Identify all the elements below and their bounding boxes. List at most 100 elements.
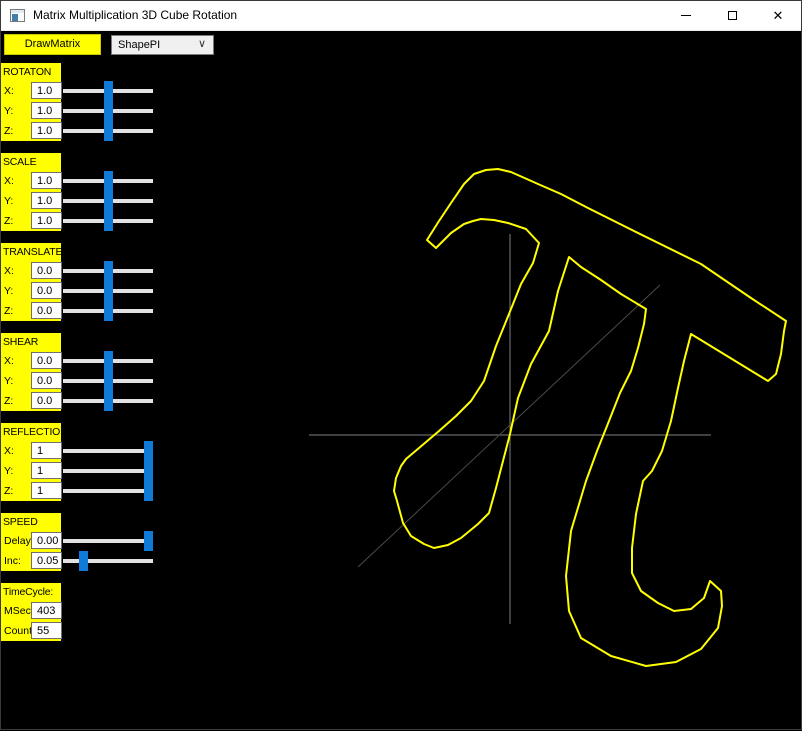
row-shear-x: X: [1,351,161,371]
row-label: Delay: [4,531,34,551]
close-button[interactable]: ✕ [755,1,801,30]
slider-track [63,469,153,473]
section-shear: SHEARX:Y:Z: [1,333,61,411]
draw-matrix-button[interactable]: DrawMatrix [4,34,101,55]
reflection-y-slider[interactable] [63,461,153,481]
control-panel: ROTATONX:Y:Z:SCALEX:Y:Z:TRANSLATEX:Y:Z:S… [1,63,161,653]
shear-x-slider[interactable] [63,351,153,371]
rotaton-x-input[interactable] [31,82,62,99]
maximize-button[interactable] [709,1,755,30]
slider-thumb[interactable] [144,481,153,501]
row-shear-z: Z: [1,391,161,411]
timecycle-msec-input[interactable] [31,602,62,619]
scale-x-input[interactable] [31,172,62,189]
translate-x-slider[interactable] [63,261,153,281]
section-title-translate: TRANSLATE [1,243,61,261]
row-speed-delay: Delay: [1,531,161,551]
row-scale-z: Z: [1,211,161,231]
slider-thumb[interactable] [144,441,153,461]
reflection-x-slider[interactable] [63,441,153,461]
app-icon [10,9,25,22]
translate-y-slider[interactable] [63,281,153,301]
speed-inc-slider[interactable] [63,551,153,571]
row-reflection-x: X: [1,441,161,461]
row-label: MSec: [4,601,34,621]
section-title-timecycle: TimeCycle: [1,583,61,601]
reflection-z-input[interactable] [31,482,62,499]
row-label: Z: [4,121,13,141]
shear-y-input[interactable] [31,372,62,389]
slider-thumb[interactable] [104,281,113,301]
row-label: Z: [4,391,13,411]
slider-track [63,559,153,563]
row-label: Z: [4,211,13,231]
row-rotaton-x: X: [1,81,161,101]
slider-thumb[interactable] [104,101,113,121]
translate-z-slider[interactable] [63,301,153,321]
slider-thumb[interactable] [79,551,88,571]
shear-z-input[interactable] [31,392,62,409]
translate-z-input[interactable] [31,302,62,319]
scale-z-input[interactable] [31,212,62,229]
slider-thumb[interactable] [144,461,153,481]
slider-thumb[interactable] [104,351,113,371]
slider-thumb[interactable] [104,301,113,321]
row-translate-y: Y: [1,281,161,301]
timecycle-count-input[interactable] [31,622,62,639]
reflection-z-slider[interactable] [63,481,153,501]
slider-track [63,449,153,453]
slider-thumb[interactable] [144,531,153,551]
speed-inc-input[interactable] [31,552,62,569]
row-reflection-z: Z: [1,481,161,501]
row-label: Z: [4,481,13,501]
row-label: Y: [4,101,13,121]
titlebar: Matrix Multiplication 3D Cube Rotation ✕ [1,1,801,31]
reflection-x-input[interactable] [31,442,62,459]
scale-y-slider[interactable] [63,191,153,211]
slider-thumb[interactable] [104,171,113,191]
slider-thumb[interactable] [104,191,113,211]
app-window: Matrix Multiplication 3D Cube Rotation ✕… [0,0,802,730]
shape-dropdown[interactable]: ShapePI ∨ [111,35,214,55]
shear-z-slider[interactable] [63,391,153,411]
scale-x-slider[interactable] [63,171,153,191]
minimize-button[interactable] [663,1,709,30]
axis-diagonal [358,285,660,567]
rotaton-y-input[interactable] [31,102,62,119]
minimize-icon [681,15,691,16]
shear-y-slider[interactable] [63,371,153,391]
scale-y-input[interactable] [31,192,62,209]
section-timecycle: TimeCycle:MSec:Count [1,583,61,641]
row-rotaton-y: Y: [1,101,161,121]
scale-z-slider[interactable] [63,211,153,231]
rotaton-x-slider[interactable] [63,81,153,101]
slider-thumb[interactable] [104,391,113,411]
reflection-y-input[interactable] [31,462,62,479]
slider-thumb[interactable] [104,121,113,141]
row-label: Inc: [4,551,21,571]
slider-thumb[interactable] [104,261,113,281]
row-label: Y: [4,461,13,481]
speed-delay-input[interactable] [31,532,62,549]
row-scale-y: Y: [1,191,161,211]
translate-x-input[interactable] [31,262,62,279]
shear-x-input[interactable] [31,352,62,369]
rotaton-z-input[interactable] [31,122,62,139]
section-title-shear: SHEAR [1,333,61,351]
rotaton-z-slider[interactable] [63,121,153,141]
app-icon-right-pane [19,14,24,21]
window-controls: ✕ [663,1,801,30]
row-label: X: [4,441,14,461]
slider-thumb[interactable] [104,371,113,391]
row-label: Count [4,621,32,641]
shape-dropdown-value: ShapePI [118,39,160,51]
rotaton-y-slider[interactable] [63,101,153,121]
translate-y-input[interactable] [31,282,62,299]
pi-shape-outline [394,169,786,666]
row-label: Y: [4,191,13,211]
window-title: Matrix Multiplication 3D Cube Rotation [33,1,237,30]
row-label: Y: [4,281,13,301]
slider-thumb[interactable] [104,211,113,231]
slider-thumb[interactable] [104,81,113,101]
speed-delay-slider[interactable] [63,531,153,551]
